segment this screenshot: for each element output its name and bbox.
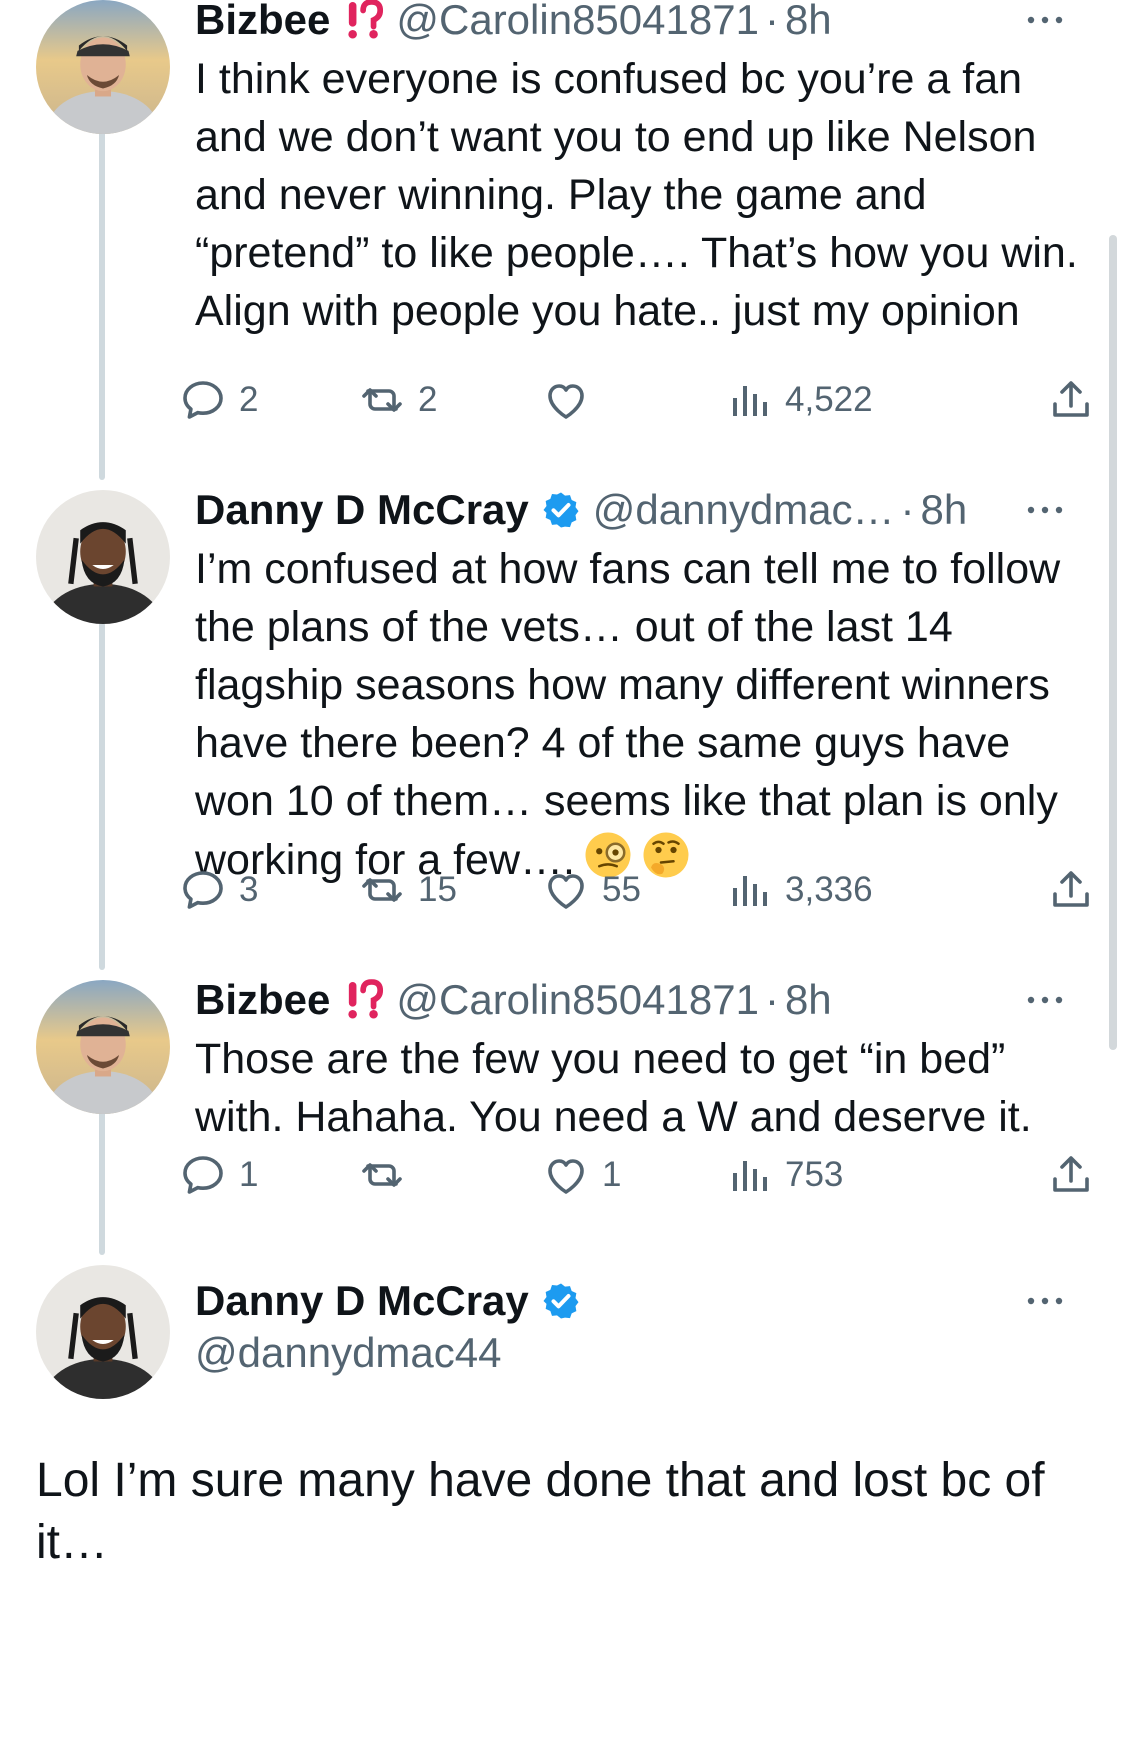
views-button[interactable]: 753 xyxy=(725,1150,843,1200)
action-bar: 1 1 753 xyxy=(195,1150,1095,1200)
views-count: 3,336 xyxy=(785,870,873,909)
reply-icon xyxy=(179,376,227,424)
reply-count: 2 xyxy=(239,380,259,419)
verified-icon xyxy=(541,490,581,530)
share-icon xyxy=(1047,1151,1095,1199)
tweet-text: Those are the few you need to get “in be… xyxy=(195,1035,1032,1141)
tweet-header: Danny D McCray xyxy=(195,1275,1095,1327)
avatar[interactable] xyxy=(36,980,170,1114)
separator-dot: · xyxy=(764,0,779,43)
avatar[interactable] xyxy=(36,0,170,134)
avatar[interactable] xyxy=(36,490,170,624)
thread-line xyxy=(99,1110,105,1255)
thread-line xyxy=(99,130,105,480)
share-button[interactable] xyxy=(1047,1150,1095,1200)
user-handle[interactable]: @Carolin85041871 xyxy=(396,0,759,46)
user-handle[interactable]: @Carolin85041871 xyxy=(396,974,759,1026)
views-count: 753 xyxy=(785,1155,844,1194)
tweet-header: Bizbee @Carolin85041871 · 8h xyxy=(195,0,1095,46)
interrobang-badge-icon xyxy=(346,979,384,1021)
retweet-count: 2 xyxy=(418,380,438,419)
reply-button[interactable]: 2 xyxy=(179,375,258,425)
timestamp[interactable]: 8h xyxy=(785,974,832,1026)
reply-count: 1 xyxy=(239,1155,259,1194)
more-icon[interactable] xyxy=(1025,1275,1065,1327)
views-icon xyxy=(725,376,773,424)
retweet-button[interactable]: 15 xyxy=(358,865,457,915)
views-button[interactable]: 4,522 xyxy=(725,375,873,425)
views-icon xyxy=(725,866,773,914)
display-name[interactable]: Danny D McCray xyxy=(195,1275,529,1327)
interrobang-badge-icon xyxy=(346,0,384,41)
more-icon[interactable] xyxy=(1025,0,1065,46)
action-bar: 3 15 55 3,336 xyxy=(195,865,1095,915)
views-button[interactable]: 3,336 xyxy=(725,865,873,915)
share-icon xyxy=(1047,376,1095,424)
like-icon xyxy=(542,1151,590,1199)
tweet-text: I’m confused at how fans can tell me to … xyxy=(195,540,1095,895)
like-icon xyxy=(542,866,590,914)
share-button[interactable] xyxy=(1047,375,1095,425)
like-button[interactable] xyxy=(542,375,602,425)
scrollbar[interactable] xyxy=(1109,235,1117,1050)
tweet-header: Bizbee @Carolin85041871 · 8h xyxy=(195,974,1095,1026)
display-name[interactable]: Bizbee xyxy=(195,974,330,1026)
tweet-header: Danny D McCray @dannydmac… · 8h xyxy=(195,484,1095,536)
more-icon[interactable] xyxy=(1025,484,1065,536)
user-handle[interactable]: @dannydmac… xyxy=(593,484,895,536)
verified-icon xyxy=(541,1281,581,1321)
like-count: 55 xyxy=(602,870,641,909)
action-bar: 2 2 4,522 xyxy=(195,375,1095,425)
reply-button[interactable]: 3 xyxy=(179,865,258,915)
like-button[interactable]: 1 xyxy=(542,1150,621,1200)
like-count: 1 xyxy=(602,1155,622,1194)
separator-dot: · xyxy=(900,486,915,533)
like-icon xyxy=(542,376,590,424)
retweet-button[interactable] xyxy=(358,1150,418,1200)
thread-line xyxy=(99,622,105,970)
reply-icon xyxy=(179,866,227,914)
user-handle[interactable]: @dannydmac44 xyxy=(195,1327,1095,1379)
avatar[interactable] xyxy=(36,1265,170,1399)
share-button[interactable] xyxy=(1047,865,1095,915)
more-icon[interactable] xyxy=(1025,974,1065,1026)
reply-count: 3 xyxy=(239,870,259,909)
like-button[interactable]: 55 xyxy=(542,865,641,915)
retweet-icon xyxy=(358,376,406,424)
reply-button[interactable]: 1 xyxy=(179,1150,258,1200)
retweet-button[interactable]: 2 xyxy=(358,375,437,425)
views-count: 4,522 xyxy=(785,380,873,419)
share-icon xyxy=(1047,866,1095,914)
separator-dot: · xyxy=(764,976,779,1023)
display-name[interactable]: Danny D McCray xyxy=(195,484,529,536)
retweet-count: 15 xyxy=(418,870,457,909)
retweet-icon xyxy=(358,866,406,914)
timestamp[interactable]: 8h xyxy=(921,484,968,536)
main-tweet-text: Lol I’m sure many have done that and los… xyxy=(36,1454,1045,1569)
retweet-icon xyxy=(358,1151,406,1199)
views-icon xyxy=(725,1151,773,1199)
timestamp[interactable]: 8h xyxy=(785,0,832,46)
reply-icon xyxy=(179,1151,227,1199)
tweet-text: I think everyone is confused bc you’re a… xyxy=(195,55,1078,335)
display-name[interactable]: Bizbee xyxy=(195,0,330,46)
